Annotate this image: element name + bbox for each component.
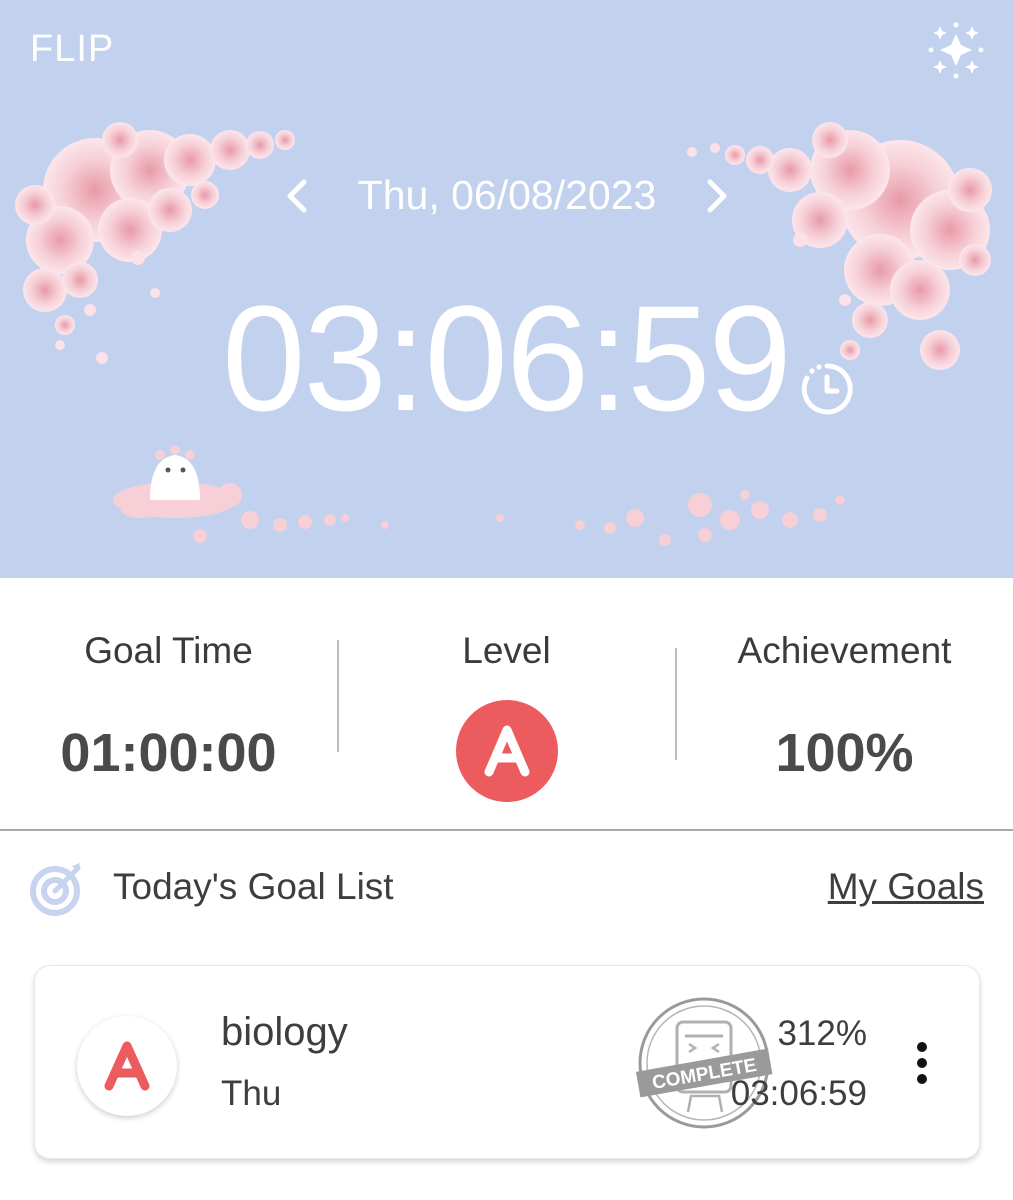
goal-card[interactable]: A biology Thu COMPLETE 312% 03:06:59 [34, 965, 980, 1159]
goal-time: 03:06:59 [730, 1074, 867, 1113]
achievement-label: Achievement [737, 630, 952, 671]
app-title: FLIP [30, 28, 115, 70]
level-label: Level [462, 630, 551, 671]
goal-time-stat: Goal Time 01:00:00 [0, 630, 337, 783]
current-date: Thu, 06/08/2023 [357, 172, 657, 218]
goal-list-title: Today's Goal List [113, 866, 394, 907]
elapsed-timer: 03:06:59 [222, 274, 792, 442]
level-stat: Level [338, 630, 675, 672]
section-divider [0, 829, 1013, 831]
level-letter-icon [484, 725, 530, 777]
chevron-right-icon[interactable] [696, 172, 736, 220]
target-icon [30, 863, 81, 916]
chevron-left-icon[interactable] [278, 172, 318, 220]
timer-history-icon[interactable] [798, 360, 856, 418]
achievement-stat: Achievement 100% [676, 630, 1013, 783]
goal-day: Thu [221, 1074, 282, 1113]
level-badge: A [456, 700, 558, 802]
more-vertical-icon[interactable] [907, 1040, 937, 1086]
my-goals-link[interactable]: My Goals [828, 866, 984, 908]
goal-level-badge: A [77, 1016, 177, 1116]
goal-percent: 312% [777, 1014, 867, 1053]
achievement-value: 100% [775, 723, 914, 783]
goal-time-label: Goal Time [84, 630, 253, 671]
goal-name: biology [221, 1010, 348, 1054]
sparkle-icon[interactable] [926, 20, 986, 80]
goal-time-value: 01:00:00 [60, 723, 277, 783]
timer-hero: FLIP Thu, 06/08/2023 03:06:59 [0, 0, 1013, 578]
level-letter-icon [104, 1041, 150, 1091]
